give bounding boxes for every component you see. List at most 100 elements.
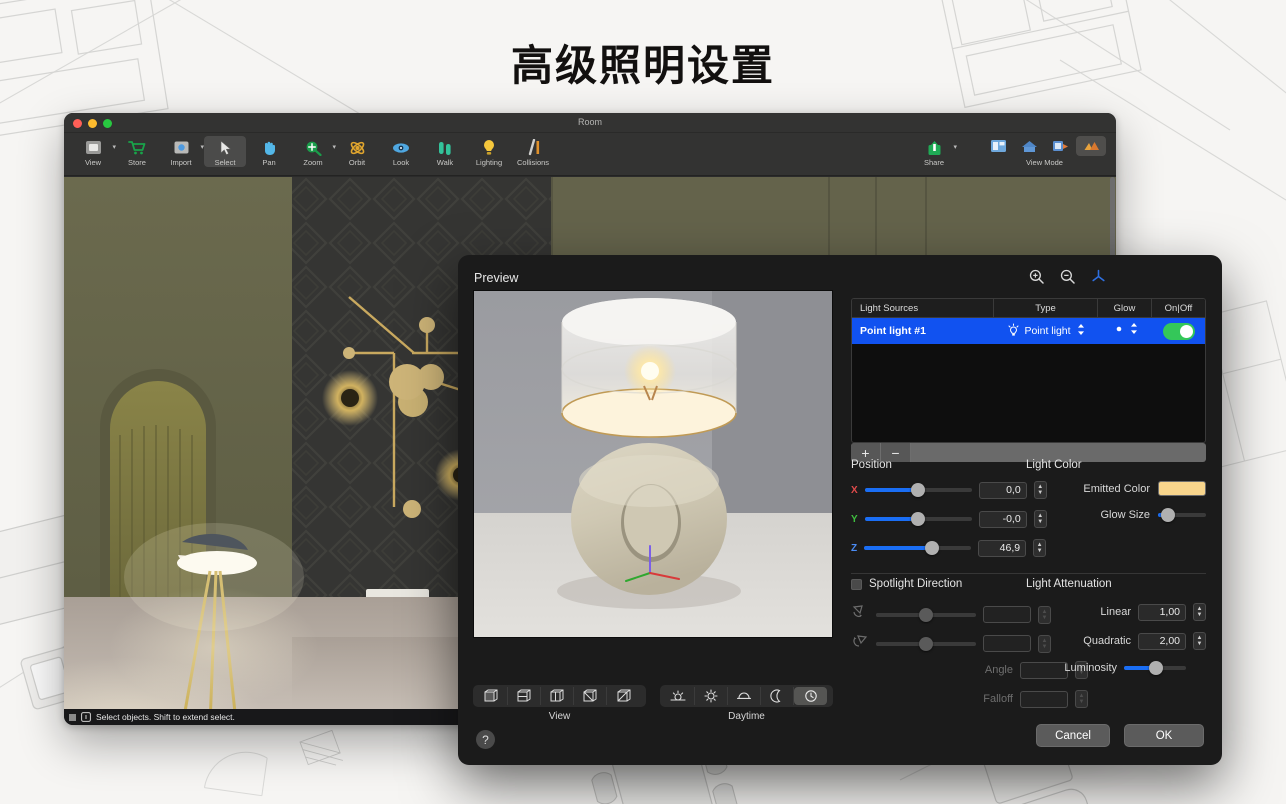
daytime-segment-group: Daytime <box>660 685 833 722</box>
toolbar-item-orbit[interactable]: Orbit <box>336 136 378 167</box>
position-value-z[interactable]: 46,9 <box>978 539 1027 557</box>
ok-button[interactable]: OK <box>1124 724 1204 747</box>
view-mode-button-solid[interactable] <box>1014 136 1044 156</box>
chevron-updown-icon[interactable] <box>1077 323 1085 339</box>
toolbar-item-look[interactable]: Look <box>380 136 422 167</box>
linear-stepper[interactable]: ▲ ▼ <box>1193 603 1206 621</box>
view-button-2[interactable] <box>508 687 541 705</box>
toolbar-item-zoom[interactable]: Zoom ▾ <box>292 136 336 167</box>
view-segmented-control[interactable] <box>473 685 646 707</box>
light-sources-table[interactable]: Light Sources Type Glow On|Off Point lig… <box>851 298 1206 443</box>
daytime-button-sunset[interactable] <box>728 687 761 705</box>
view-mode-buttons <box>983 136 1106 156</box>
status-square-icon <box>69 713 76 721</box>
position-slider-y[interactable] <box>864 512 972 526</box>
toolbar-item-store[interactable]: Store <box>116 136 158 167</box>
view-mode-group: View Mode <box>983 136 1106 167</box>
spotlight-slider-1[interactable] <box>876 607 976 622</box>
view-button-4[interactable] <box>574 687 607 705</box>
view-segment-group: View <box>473 685 646 722</box>
toolbar-item-view[interactable]: View ▾ <box>72 136 116 167</box>
position-row-x: X 0,0 ▲ ▼ <box>851 481 1047 499</box>
cancel-button[interactable]: Cancel <box>1036 724 1110 747</box>
position-value-x[interactable]: 0,0 <box>978 481 1027 499</box>
position-slider-z[interactable] <box>864 541 972 555</box>
spotlight-direction-checkbox[interactable] <box>851 578 862 590</box>
window-titlebar: Room <box>64 113 1116 133</box>
glow-size-row: Glow Size <box>1026 508 1206 522</box>
glow-size-slider[interactable] <box>1158 508 1206 522</box>
position-value-y[interactable]: -0,0 <box>978 510 1027 528</box>
toolbar-label: Zoom <box>303 158 323 167</box>
row-glow-cell[interactable] <box>1098 318 1152 344</box>
daytime-button-sunrise[interactable] <box>662 687 695 705</box>
emitted-color-swatch[interactable] <box>1158 481 1206 496</box>
toolbar-label: Look <box>392 158 410 167</box>
daytime-button-moon[interactable] <box>761 687 794 705</box>
preview-title: Preview <box>474 271 519 285</box>
quadratic-stepper[interactable]: ▲ ▼ <box>1193 632 1206 650</box>
footsteps-icon <box>437 138 453 157</box>
toolbar-item-lighting[interactable]: Lighting <box>468 136 510 167</box>
preview-render[interactable] <box>473 290 833 638</box>
position-slider-x[interactable] <box>864 483 972 497</box>
view-button-3[interactable] <box>541 687 574 705</box>
toolbar-item-import[interactable]: Import ▾ <box>160 136 204 167</box>
view-button-5[interactable] <box>607 687 640 705</box>
position-stepper-z[interactable]: ▲ ▼ <box>1033 539 1047 557</box>
axis-label-x: X <box>851 484 858 496</box>
position-row-z: Z 46,9 ▲ ▼ <box>851 539 1047 557</box>
column-header-light-sources: Light Sources <box>852 299 994 317</box>
preview-bottom-controls: View Daytime <box>473 685 833 722</box>
row-type-cell[interactable]: Point light <box>994 318 1098 344</box>
app-toolbar: View ▾ Store Import ▾ Select Pan Zoom ▾ … <box>64 133 1116 176</box>
angle-label: Angle <box>984 664 1013 676</box>
daytime-button-sun[interactable] <box>695 687 728 705</box>
linear-value[interactable]: 1,00 <box>1138 603 1186 621</box>
column-header-onoff: On|Off <box>1164 302 1193 314</box>
chevron-down-icon[interactable]: ▾ <box>953 143 957 151</box>
axis-label-y: Y <box>851 513 858 525</box>
view-mode-button-textured[interactable] <box>1045 136 1075 156</box>
toolbar-item-collisions[interactable]: Collisions <box>512 136 554 167</box>
spotlight-slider-2[interactable] <box>876 636 976 651</box>
page-title: 高级照明设置 <box>510 42 775 89</box>
linear-row: Linear 1,00 ▲ ▼ <box>1018 603 1206 621</box>
daytime-button-clock[interactable] <box>794 687 827 705</box>
table-row[interactable]: Point light #1 Point light <box>852 318 1205 344</box>
toolbar-label: Orbit <box>348 158 366 167</box>
view-mode-button-render[interactable] <box>1076 136 1106 156</box>
toolbar-right-group: Share ▾ View Mode <box>913 136 1116 167</box>
row-onoff-toggle[interactable] <box>1152 318 1205 344</box>
quadratic-value[interactable]: 2,00 <box>1138 632 1186 650</box>
chevron-updown-icon[interactable] <box>1130 322 1138 340</box>
toolbar-item-select[interactable]: Select <box>204 136 246 167</box>
magnifier-icon <box>305 138 322 157</box>
toolbar-item-walk[interactable]: Walk <box>424 136 466 167</box>
help-button[interactable]: ? <box>476 730 495 749</box>
position-row-y: Y -0,0 ▲ ▼ <box>851 510 1047 528</box>
falloff-value[interactable] <box>1020 690 1068 708</box>
zoom-out-icon[interactable] <box>1060 269 1075 289</box>
toolbar-item-pan[interactable]: Pan <box>248 136 290 167</box>
view-button-1[interactable] <box>475 687 508 705</box>
quadratic-label: Quadratic <box>1083 635 1131 647</box>
toolbar-label: Lighting <box>475 158 503 167</box>
toolbar-item-share[interactable]: Share ▾ <box>913 136 957 167</box>
info-icon <box>81 712 91 722</box>
axis-gizmo-icon[interactable] <box>1091 269 1106 289</box>
spotlight-direction-header[interactable]: Spotlight Direction <box>851 578 962 590</box>
row-type-label: Point light <box>1024 325 1071 337</box>
glow-dot-icon <box>1112 322 1126 341</box>
emitted-color-label: Emitted Color <box>1083 482 1150 495</box>
zoom-in-icon[interactable] <box>1029 269 1044 289</box>
row-light-name[interactable]: Point light #1 <box>852 318 994 344</box>
falloff-stepper[interactable]: ▲ ▼ <box>1075 690 1088 708</box>
bulb-icon <box>482 138 496 157</box>
preview-scene <box>474 291 832 637</box>
view-mode-button-wireframe[interactable] <box>983 136 1013 156</box>
dialog-header-icons <box>912 269 1222 289</box>
toolbar-label: Collisions <box>516 158 550 167</box>
daytime-segmented-control[interactable] <box>660 685 833 707</box>
luminosity-slider[interactable] <box>1124 661 1186 675</box>
